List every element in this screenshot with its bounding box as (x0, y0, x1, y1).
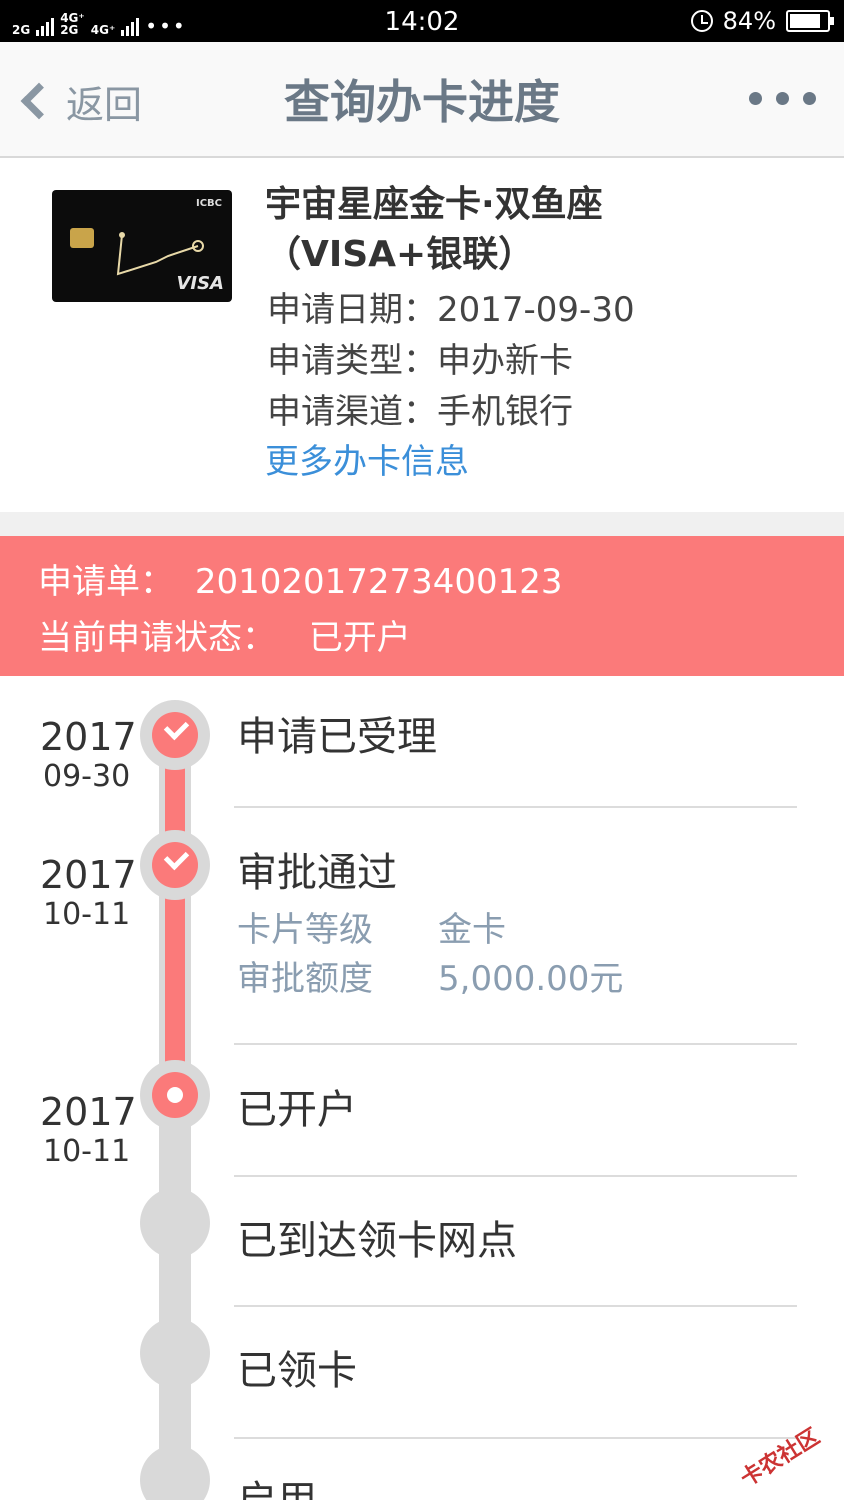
timeline-node-4 (140, 1188, 210, 1258)
card-name: 宇宙星座金卡·双鱼座（VISA+银联） (265, 184, 603, 275)
order-row: 申请单： 20102017273400123 (38, 560, 563, 604)
nav-bar: 返回 查询办卡进度 (0, 42, 844, 158)
status-row: 当前申请状态： 已开户 (38, 616, 411, 660)
timeline-node-6 (140, 1445, 210, 1500)
step-date: 09-30 (43, 759, 131, 794)
card-image: ICBC VISA (52, 190, 232, 302)
step-year: 2017 (40, 715, 137, 759)
step-title: 已领卡 (237, 1348, 357, 1394)
order-label: 申请单： (38, 562, 174, 602)
page-title: 查询办卡进度 (284, 75, 560, 129)
step-title: 已到达领卡网点 (237, 1218, 517, 1264)
detail-label-card-level: 卡片等级 (237, 910, 373, 950)
timeline-progress (165, 735, 185, 1095)
timeline-node-5 (140, 1318, 210, 1388)
bank-logo: ICBC (195, 198, 222, 209)
status-label: 当前申请状态： (38, 618, 276, 658)
status-value: 已开户 (308, 618, 411, 658)
step-title: 申请已受理 (237, 714, 437, 760)
battery-percent: 84% (722, 7, 776, 35)
detail-label-credit-limit: 审批额度 (237, 959, 373, 999)
step-divider (234, 1043, 797, 1045)
order-number: 20102017273400123 (194, 562, 563, 602)
status-right: 84% (690, 6, 834, 36)
timeline-node-3 (140, 1060, 210, 1130)
step-date: 10-11 (43, 1134, 131, 1169)
step-date: 10-11 (43, 897, 131, 932)
step-divider (234, 1175, 797, 1177)
step-title: 启用 (237, 1476, 317, 1500)
step-year: 2017 (40, 1090, 137, 1134)
section-divider (0, 512, 844, 536)
battery-icon (786, 10, 834, 32)
step-title: 审批通过 (237, 850, 397, 896)
step-divider (234, 806, 797, 808)
status-bar: 2G 4G⁺ 2G 4G⁺ ••• 14:02 84% (0, 0, 844, 42)
alarm-icon (690, 10, 713, 32)
apply-channel: 申请渠道：手机银行 (267, 392, 573, 432)
current-dot-icon (152, 1072, 198, 1118)
check-icon (152, 842, 198, 888)
timeline-node-2 (140, 830, 210, 900)
chip-icon (70, 228, 94, 248)
step-year: 2017 (40, 853, 137, 897)
watermark: 卡农社区 (736, 1424, 825, 1493)
card-info-section: ICBC VISA 宇宙星座金卡·双鱼座（VISA+银联） 申请日期：2017-… (0, 160, 844, 512)
apply-type: 申请类型：申办新卡 (267, 341, 573, 381)
timeline-node-1 (140, 700, 210, 770)
step-title: 已开户 (237, 1087, 357, 1133)
status-banner: 申请单： 20102017273400123 当前申请状态： 已开户 (0, 536, 844, 676)
detail-value-card-level: 金卡 (438, 910, 506, 950)
visa-logo: VISA (176, 273, 224, 294)
apply-date: 申请日期：2017-09-30 (267, 290, 635, 330)
detail-value-credit-limit: 5,000.00元 (438, 959, 624, 999)
more-options-icon[interactable] (749, 92, 816, 105)
more-card-info-link[interactable]: 更多办卡信息 (265, 440, 469, 484)
step-divider (234, 1305, 797, 1307)
step-divider (234, 1437, 797, 1439)
check-icon (152, 712, 198, 758)
